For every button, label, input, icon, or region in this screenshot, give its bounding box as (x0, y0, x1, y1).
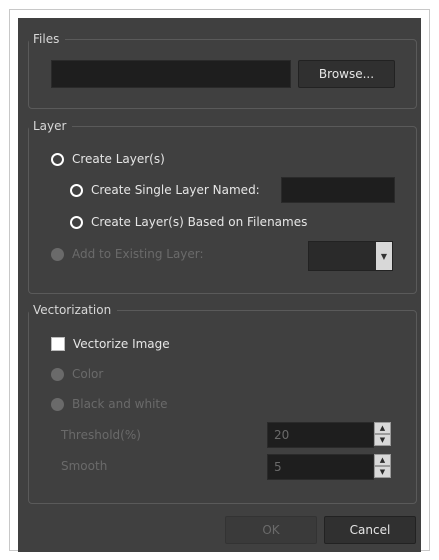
color-radio[interactable]: Color (51, 365, 103, 383)
down-arrow-icon[interactable]: ▼ (374, 434, 391, 446)
layer-group-title: Layer (29, 118, 73, 134)
add-existing-layer-label: Add to Existing Layer: (72, 247, 204, 261)
black-white-label: Black and white (72, 397, 168, 411)
down-arrow-icon[interactable]: ▼ (374, 466, 391, 478)
radio-icon (51, 367, 64, 381)
files-group: Files Browse... (28, 31, 417, 109)
existing-layer-dropdown[interactable]: ▼ (308, 241, 393, 271)
create-single-layer-label: Create Single Layer Named: (91, 183, 260, 197)
chevron-down-icon[interactable]: ▼ (376, 242, 392, 270)
smooth-row: Smooth (61, 457, 107, 475)
create-layers-filenames-label: Create Layer(s) Based on Filenames (91, 215, 308, 229)
up-arrow-icon[interactable]: ▲ (374, 454, 391, 466)
cancel-button[interactable]: Cancel (324, 516, 416, 544)
single-layer-name-field[interactable] (281, 177, 395, 203)
radio-icon (51, 247, 64, 261)
threshold-label: Threshold(%) (61, 428, 141, 442)
file-path-field[interactable] (51, 60, 291, 88)
create-layers-filenames-radio[interactable]: Create Layer(s) Based on Filenames (70, 213, 307, 231)
layer-group: Layer Create Layer(s) Create Single Laye… (28, 118, 417, 294)
smooth-spinbox[interactable]: 5 (267, 454, 374, 480)
threshold-row: Threshold(%) (61, 426, 141, 444)
add-existing-layer-radio[interactable]: Add to Existing Layer: (51, 245, 204, 263)
create-layers-radio[interactable]: Create Layer(s) (51, 150, 165, 168)
vectorize-image-checkbox[interactable]: Vectorize Image (51, 335, 170, 353)
up-arrow-icon[interactable]: ▲ (374, 422, 391, 434)
radio-icon (70, 183, 83, 197)
radio-icon (51, 152, 64, 166)
color-label: Color (72, 367, 104, 381)
black-white-radio[interactable]: Black and white (51, 395, 168, 413)
files-group-title: Files (29, 31, 66, 47)
smooth-label: Smooth (61, 459, 108, 473)
browse-button[interactable]: Browse... (298, 60, 395, 88)
radio-icon (70, 215, 83, 229)
checkbox-icon (51, 337, 65, 351)
import-images-dialog: Files Browse... Layer Create Layer(s) Cr… (18, 18, 421, 552)
vectorization-group: Vectorization Vectorize Image Color Blac… (28, 302, 417, 504)
vectorize-image-label: Vectorize Image (73, 337, 170, 351)
threshold-spinbox[interactable]: 20 (267, 422, 374, 448)
create-single-layer-radio[interactable]: Create Single Layer Named: (70, 181, 260, 199)
smooth-spin-buttons: ▲ ▼ (374, 454, 391, 478)
threshold-spin-buttons: ▲ ▼ (374, 422, 391, 446)
vectorization-group-title: Vectorization (29, 302, 118, 318)
ok-button[interactable]: OK (225, 516, 317, 544)
radio-icon (51, 397, 64, 411)
create-layers-label: Create Layer(s) (72, 152, 165, 166)
